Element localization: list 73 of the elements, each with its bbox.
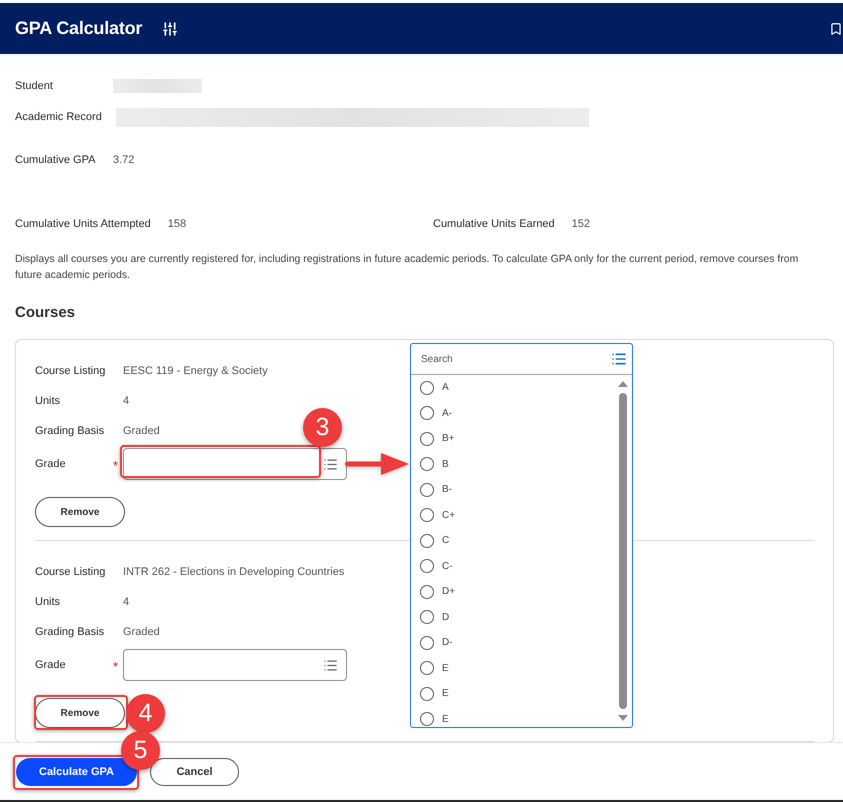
callout-badge: 5 — [121, 731, 160, 770]
description-text: Displays all courses you are currently registered for, including registrations in future academic periods. To calculate GPA only for the current period, remove courses from future academic periods. — [15, 252, 800, 283]
radio-button[interactable] — [420, 610, 434, 624]
grade-option[interactable]: E — [411, 656, 611, 681]
cancel-button[interactable]: Cancel — [150, 758, 239, 786]
summary-label: Academic Record — [15, 111, 102, 123]
summary-label: Student — [15, 80, 54, 92]
grade-option[interactable]: D- — [411, 630, 611, 656]
search-field[interactable]: Search — [411, 344, 607, 374]
detail-value: 4 — [123, 395, 130, 407]
radio-button[interactable] — [420, 508, 434, 522]
units-label: Cumulative Units Earned — [433, 218, 555, 230]
detail-value: Graded — [123, 425, 160, 437]
radio-button[interactable] — [420, 661, 434, 676]
detail-value: EESC 119 - Energy & Society — [123, 365, 268, 377]
radio-button[interactable] — [420, 559, 434, 574]
grade-option[interactable]: C+ — [411, 502, 611, 528]
required-mark: * — [113, 658, 120, 673]
scroll-up-icon[interactable] — [618, 381, 628, 387]
radio-button[interactable] — [420, 712, 434, 726]
grade-option[interactable]: B+ — [411, 426, 611, 452]
radio-button[interactable] — [420, 584, 434, 599]
units-value: 158 — [168, 218, 186, 230]
grade-option[interactable]: C- — [411, 554, 611, 579]
grade-label: Grade — [35, 458, 67, 470]
grade-option[interactable]: C — [411, 528, 611, 554]
radio-button[interactable] — [420, 534, 434, 548]
remove-button[interactable]: Remove — [35, 497, 125, 527]
callout-badge: 3 — [303, 408, 342, 447]
list-icon[interactable] — [323, 658, 338, 672]
detail-value: 4 — [123, 596, 130, 608]
remove-button[interactable]: Remove — [35, 698, 125, 728]
grade-field[interactable] — [123, 649, 347, 681]
list-icon[interactable] — [323, 456, 338, 472]
radio-button[interactable] — [420, 686, 434, 701]
grade-option[interactable]: D+ — [411, 579, 611, 604]
grade-option[interactable]: A- — [411, 400, 611, 426]
summary-label: Cumulative GPA — [15, 154, 96, 166]
radio-button[interactable] — [420, 380, 434, 395]
grade-label: Grade — [35, 659, 67, 671]
radio-button[interactable] — [420, 636, 434, 650]
detail-label: Grading Basis — [35, 425, 106, 437]
detail-label: Course Listing — [35, 365, 106, 377]
calculate-button[interactable]: Calculate GPA — [16, 758, 137, 786]
page-title: GPA Calculator — [15, 18, 142, 39]
grade-option[interactable]: B — [411, 452, 611, 477]
detail-label: Grading Basis — [35, 626, 106, 638]
detail-label: Units — [35, 395, 62, 407]
summary-value: 3.72 — [113, 154, 134, 166]
grade-option[interactable]: E — [411, 706, 611, 727]
grade-field[interactable] — [123, 448, 347, 480]
bookmark-icon[interactable] — [829, 22, 843, 36]
list-icon[interactable] — [611, 351, 627, 367]
detail-label: Course Listing — [35, 566, 106, 578]
callout-badge: 4 — [126, 694, 165, 733]
scrollbar-thumb[interactable] — [619, 393, 627, 709]
radio-button[interactable] — [420, 432, 434, 446]
detail-label: Units — [35, 596, 62, 608]
section-heading: Courses — [15, 303, 76, 323]
grade-option[interactable]: E — [411, 681, 611, 706]
radio-button[interactable] — [420, 406, 434, 420]
sliders-icon[interactable] — [162, 20, 178, 36]
grade-option[interactable]: A — [411, 375, 611, 400]
detail-value: INTR 262 - Elections in Developing Countries — [123, 566, 344, 578]
radio-button[interactable] — [420, 457, 434, 472]
detail-value: Graded — [123, 626, 160, 638]
grade-option[interactable]: B- — [411, 477, 611, 502]
radio-button[interactable] — [420, 482, 434, 497]
grade-option[interactable]: D — [411, 604, 611, 630]
scroll-down-icon[interactable] — [618, 715, 628, 721]
units-value: 152 — [572, 218, 590, 230]
required-mark: * — [113, 457, 120, 472]
units-label: Cumulative Units Attempted — [15, 218, 151, 230]
